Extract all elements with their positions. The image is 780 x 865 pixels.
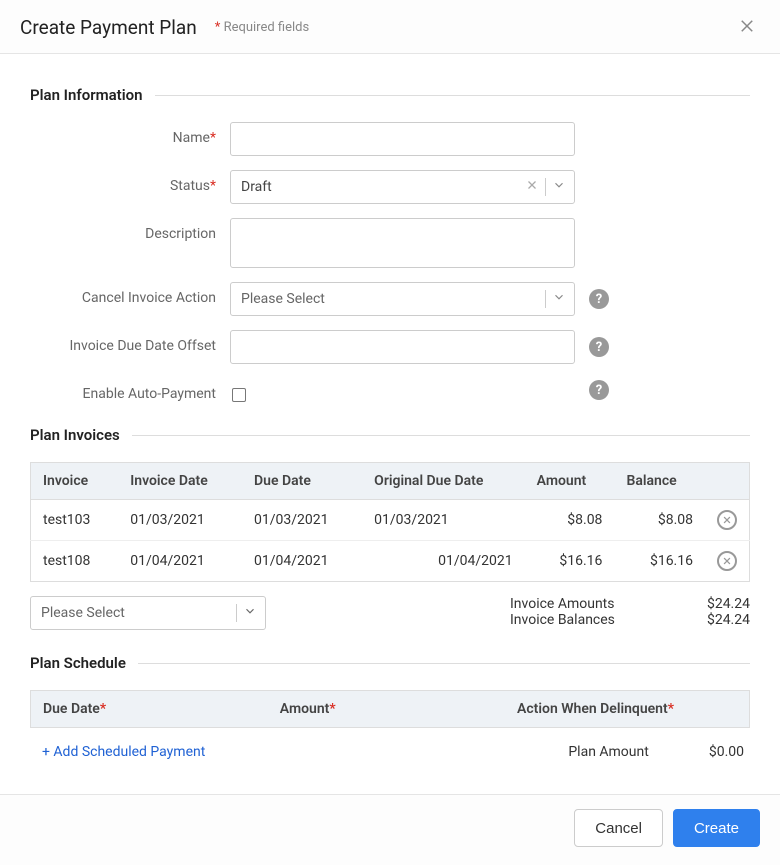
add-scheduled-payment-link[interactable]: + Add Scheduled Payment — [30, 734, 217, 770]
clear-icon[interactable] — [525, 179, 539, 195]
cell-balance: $16.16 — [614, 541, 705, 582]
help-icon[interactable]: ? — [589, 289, 609, 309]
invoice-due-date-offset-label: Invoice Due Date Offset — [30, 330, 230, 354]
cell-original-due-date: 01/03/2021 — [362, 500, 524, 541]
plan-amount-value: $0.00 — [709, 744, 744, 760]
status-select[interactable]: Draft — [230, 170, 575, 204]
invoices-table: Invoice Invoice Date Due Date Original D… — [30, 462, 750, 582]
remove-row-icon[interactable] — [717, 510, 737, 530]
col-invoice: Invoice — [31, 463, 119, 500]
col-schedule-amount: Amount* — [268, 691, 505, 728]
name-label: Name* — [30, 122, 230, 146]
cell-original-due-date: 01/04/2021 — [362, 541, 524, 582]
add-invoice-select[interactable]: Please Select — [30, 596, 266, 630]
status-label: Status* — [30, 170, 230, 194]
col-invoice-date: Invoice Date — [118, 463, 242, 500]
cancel-button[interactable]: Cancel — [574, 809, 663, 847]
invoice-amounts-value: $24.24 — [660, 596, 750, 612]
col-due-date: Due Date — [242, 463, 362, 500]
chevron-down-icon — [552, 178, 566, 196]
invoice-totals: Invoice Amounts $24.24 Invoice Balances … — [510, 596, 750, 628]
invoice-balances-value: $24.24 — [660, 612, 750, 628]
cell-balance: $8.08 — [614, 500, 705, 541]
col-schedule-action: Action When Delinquent* — [505, 691, 749, 728]
chevron-down-icon — [552, 290, 566, 308]
cell-due-date: 01/03/2021 — [242, 500, 362, 541]
cell-invoice: test103 — [31, 500, 119, 541]
dialog-footer: Cancel Create — [0, 794, 780, 865]
dialog-header: Create Payment Plan * Required fields — [0, 0, 780, 54]
table-row: test108 01/04/2021 01/04/2021 01/04/2021… — [31, 541, 750, 582]
cell-invoice-date: 01/03/2021 — [118, 500, 242, 541]
description-label: Description — [30, 218, 230, 242]
remove-row-icon[interactable] — [717, 551, 737, 571]
cancel-invoice-action-select[interactable]: Please Select — [230, 282, 575, 316]
invoice-due-date-offset-input[interactable] — [230, 330, 575, 364]
enable-auto-payment-label: Enable Auto-Payment — [30, 378, 230, 402]
help-icon[interactable]: ? — [589, 337, 609, 357]
dialog-title: Create Payment Plan — [20, 16, 197, 39]
chevron-down-icon — [243, 604, 257, 622]
plan-amount-label: Plan Amount — [568, 744, 648, 760]
col-schedule-due-date: Due Date* — [31, 691, 268, 728]
schedule-table: Due Date* Amount* Action When Delinquent… — [30, 690, 750, 728]
col-original-due-date: Original Due Date — [362, 463, 524, 500]
cell-amount: $16.16 — [525, 541, 615, 582]
section-plan-invoices: Plan Invoices — [30, 426, 750, 444]
cell-invoice: test108 — [31, 541, 119, 582]
name-input[interactable] — [230, 122, 575, 156]
enable-auto-payment-checkbox[interactable] — [232, 388, 246, 402]
required-fields-hint: * Required fields — [215, 20, 310, 35]
col-amount: Amount — [525, 463, 615, 500]
section-plan-schedule: Plan Schedule — [30, 654, 750, 672]
col-balance: Balance — [614, 463, 705, 500]
description-input[interactable] — [230, 218, 575, 268]
cell-invoice-date: 01/04/2021 — [118, 541, 242, 582]
help-icon[interactable]: ? — [589, 380, 609, 400]
cancel-invoice-action-label: Cancel Invoice Action — [30, 282, 230, 306]
section-plan-information: Plan Information — [30, 86, 750, 104]
invoice-amounts-label: Invoice Amounts — [510, 596, 660, 612]
table-row: test103 01/03/2021 01/03/2021 01/03/2021… — [31, 500, 750, 541]
cell-amount: $8.08 — [525, 500, 615, 541]
create-button[interactable]: Create — [673, 809, 760, 847]
close-icon[interactable] — [738, 17, 760, 39]
cell-due-date: 01/04/2021 — [242, 541, 362, 582]
invoice-balances-label: Invoice Balances — [510, 612, 660, 628]
